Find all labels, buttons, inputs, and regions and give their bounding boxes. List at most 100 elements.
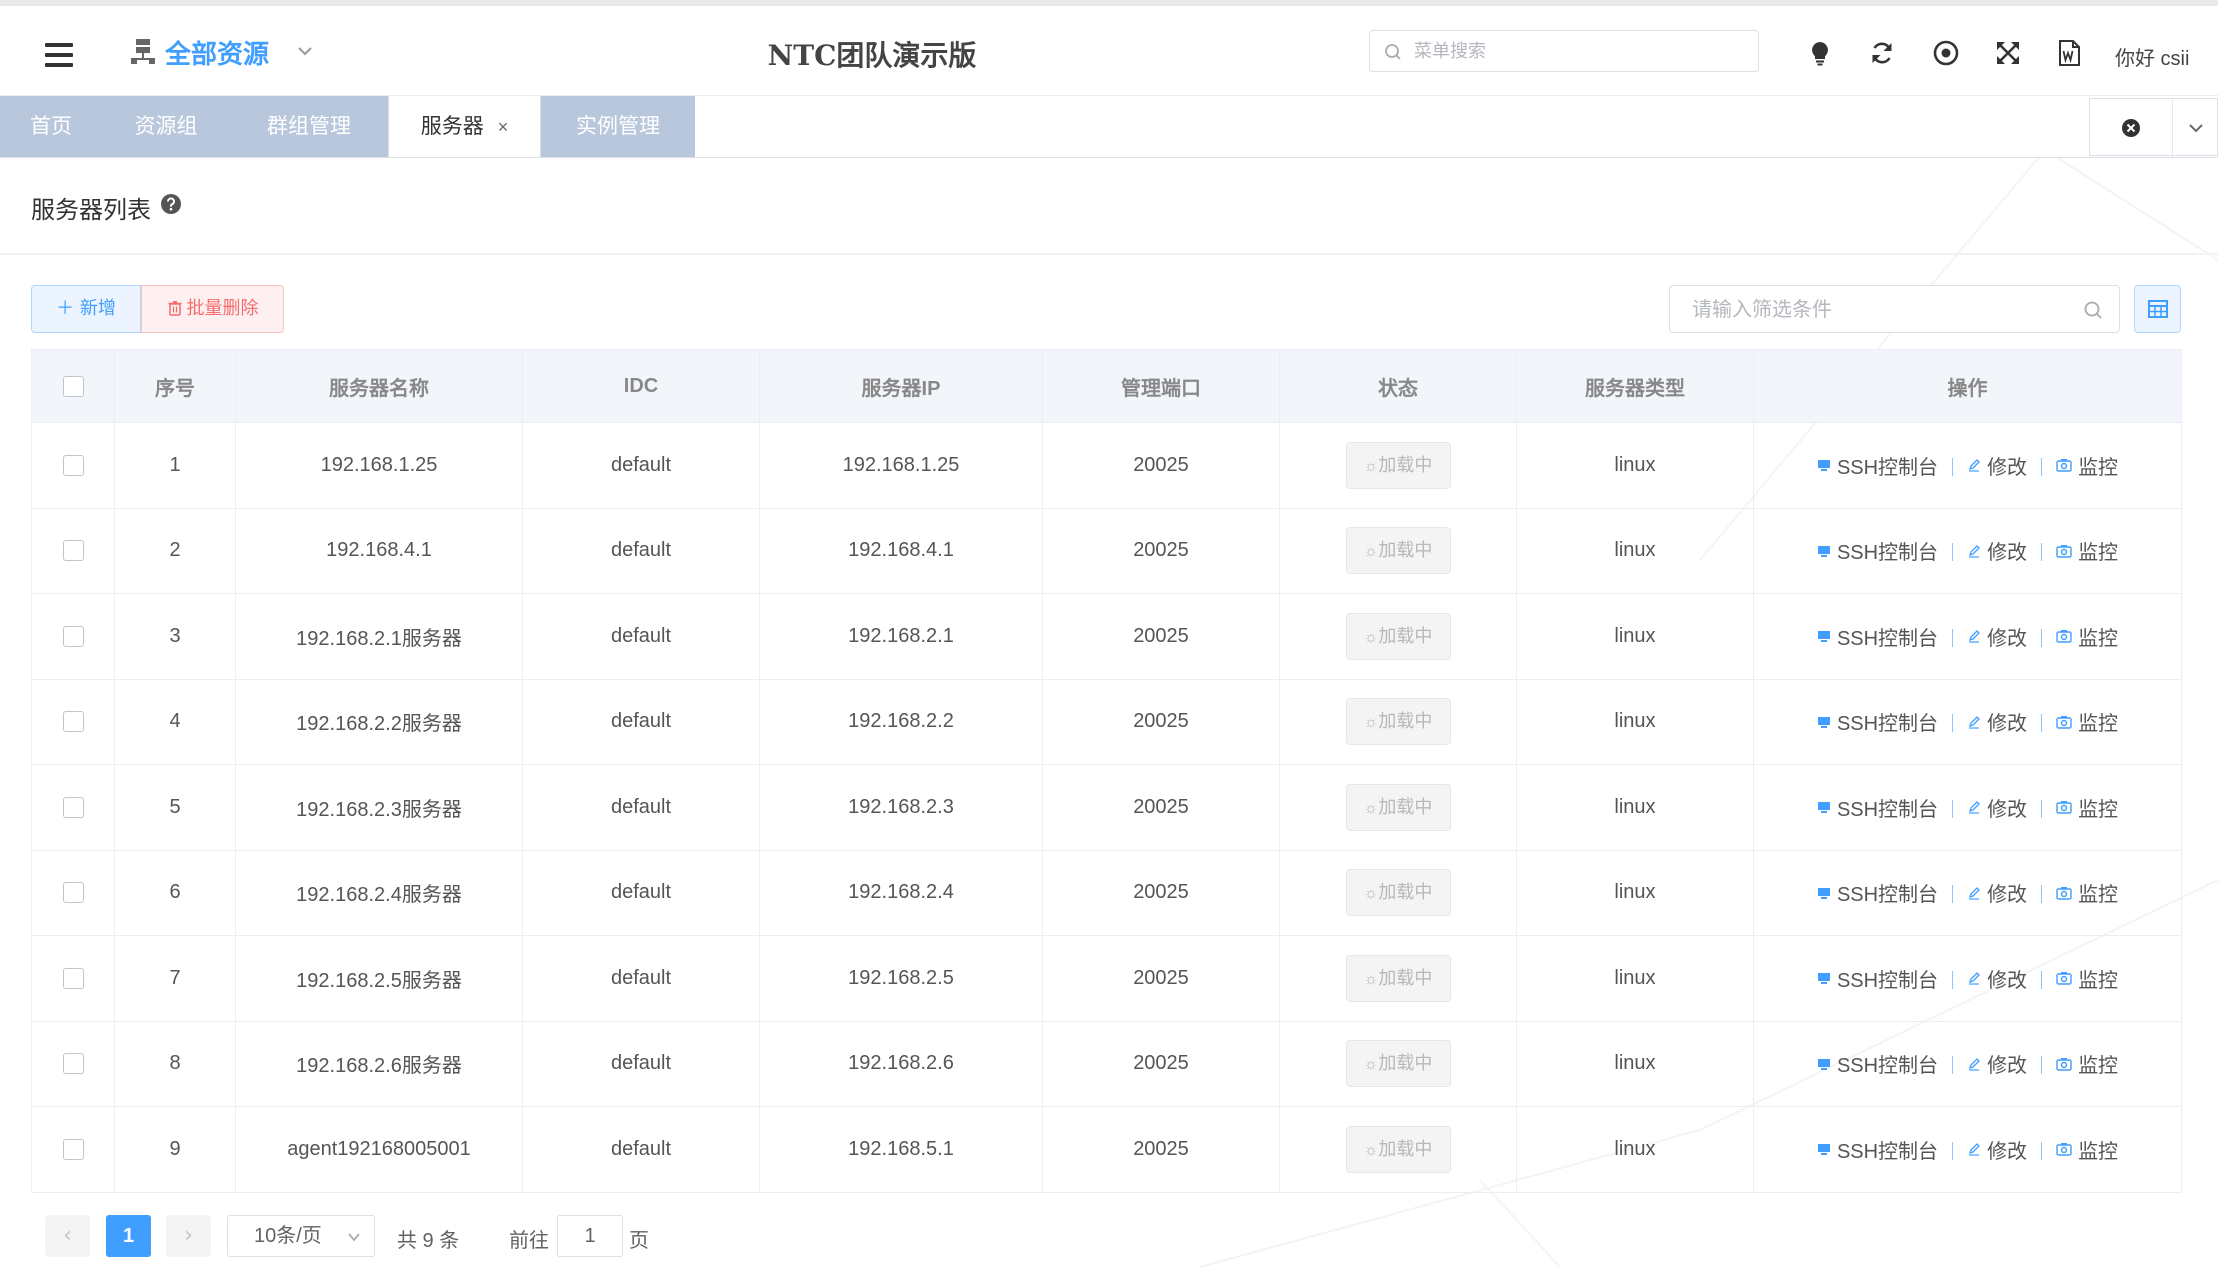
monitor-button[interactable]: 监控 (2056, 707, 2118, 736)
row-checkbox[interactable] (62, 454, 84, 476)
search-icon[interactable] (2083, 300, 2103, 320)
monitor-button[interactable]: 监控 (2056, 793, 2118, 822)
trash-icon (168, 301, 181, 316)
add-button[interactable]: ＋ 新增 (31, 285, 141, 333)
ssh-console-label: SSH控制台 (1836, 969, 1939, 992)
tab-instance-management[interactable]: 实例管理 (541, 96, 695, 157)
ssh-console-button[interactable]: SSH控制台 (1817, 451, 1938, 480)
monitor-label: 监控 (2078, 456, 2119, 479)
ssh-console-button[interactable]: SSH控制台 (1817, 793, 1938, 822)
menu-search[interactable] (1369, 30, 1759, 72)
row-checkbox[interactable] (62, 967, 84, 989)
edit-button[interactable]: 修改 (1967, 793, 2027, 822)
edit-button[interactable]: 修改 (1967, 1135, 2027, 1164)
goto-suffix: 页 (629, 1230, 649, 1252)
loading-icon: ☼ (1363, 970, 1379, 988)
ssh-console-button[interactable]: SSH控制台 (1817, 707, 1938, 736)
monitor-button[interactable]: 监控 (2056, 878, 2118, 907)
monitor-button[interactable]: 监控 (2056, 622, 2118, 651)
resource-selector-label[interactable]: 全部资源 (165, 34, 269, 71)
tab-group-management[interactable]: 群组管理 (230, 96, 388, 157)
refresh-icon[interactable] (1868, 39, 1896, 67)
lightbulb-icon[interactable] (1806, 39, 1834, 67)
edit-button[interactable]: 修改 (1967, 536, 2027, 565)
chevron-down-icon[interactable] (296, 42, 314, 60)
row-checkbox[interactable] (62, 711, 84, 733)
edit-button[interactable]: 修改 (1967, 451, 2027, 480)
page-number-current[interactable]: 1 (106, 1215, 151, 1257)
server-ip: 192.168.2.4 (759, 849, 1043, 936)
ssh-console-button[interactable]: SSH控制台 (1817, 1049, 1938, 1078)
help-icon[interactable] (160, 193, 182, 215)
server-network-icon (131, 39, 155, 64)
table-row: 8 192.168.2.6服务器 default 192.168.2.6 200… (31, 1020, 2182, 1107)
server-port: 20025 (1042, 935, 1280, 1022)
filter-box[interactable] (1669, 285, 2120, 333)
row-checkbox[interactable] (62, 625, 84, 647)
prev-page-button[interactable]: ‹ (45, 1215, 90, 1257)
camera-icon (2056, 972, 2072, 985)
table-columns-button[interactable] (2134, 285, 2181, 333)
ssh-console-label: SSH控制台 (1836, 627, 1939, 650)
ssh-console-button[interactable]: SSH控制台 (1817, 536, 1938, 565)
user-greeting[interactable]: 你好 csii (2115, 42, 2189, 71)
ssh-console-button[interactable]: SSH控制台 (1817, 878, 1938, 907)
monitor-button[interactable]: 监控 (2056, 1049, 2118, 1078)
server-type: linux (1516, 507, 1754, 594)
tab-servers[interactable]: 服务器 × (388, 96, 541, 157)
row-checkbox[interactable] (62, 540, 84, 562)
menu-icon[interactable] (45, 43, 73, 67)
next-page-button[interactable]: › (166, 1215, 211, 1257)
edit-button[interactable]: 修改 (1967, 1049, 2027, 1078)
column-header: 状态 (1279, 349, 1517, 423)
ssh-console-button[interactable]: SSH控制台 (1817, 1135, 1938, 1164)
target-icon[interactable] (1932, 39, 1960, 67)
tab-label: 实例管理 (576, 115, 660, 138)
monitor-button[interactable]: 监控 (2056, 536, 2118, 565)
edit-label: 修改 (1987, 1055, 2028, 1078)
monitor-button[interactable]: 监控 (2056, 1135, 2118, 1164)
menu-search-input[interactable] (1414, 37, 1744, 65)
edit-button[interactable]: 修改 (1967, 707, 2027, 736)
app-title: NTC团队演示版 (767, 39, 977, 72)
edit-button[interactable]: 修改 (1967, 878, 2027, 907)
tab-close-icon[interactable]: × (498, 117, 509, 137)
monitor-button[interactable]: 监控 (2056, 451, 2118, 480)
status-text: 加载中 (1378, 711, 1433, 732)
edit-button[interactable]: 修改 (1967, 622, 2027, 651)
ssh-console-button[interactable]: SSH控制台 (1817, 964, 1938, 993)
camera-icon (2056, 801, 2072, 814)
monitor-label: 监控 (2078, 1055, 2119, 1078)
row-index: 5 (114, 764, 236, 851)
monitor-button[interactable]: 监控 (2056, 964, 2118, 993)
status-text: 加载中 (1378, 1053, 1433, 1074)
total-count: 共 9 条 (397, 1230, 460, 1252)
camera-icon (2056, 459, 2072, 472)
goto-page-input[interactable] (557, 1215, 623, 1257)
tab-resource-group[interactable]: 资源组 (102, 96, 230, 157)
server-ip: 192.168.2.6 (759, 1020, 1043, 1107)
server-ip: 192.168.2.2 (759, 678, 1043, 765)
server-name: 192.168.2.6服务器 (235, 1020, 523, 1107)
select-all-cell (31, 349, 115, 423)
page-size-select[interactable]: 10条/页 (227, 1215, 375, 1257)
fullscreen-icon[interactable] (1994, 39, 2022, 67)
status-text: 加载中 (1378, 967, 1433, 988)
filter-input[interactable] (1692, 296, 2072, 324)
close-circle-icon[interactable] (2120, 117, 2142, 139)
tab-home[interactable]: 首页 (0, 96, 102, 157)
status-badge: ☼加载中 (1345, 1125, 1451, 1173)
status-badge: ☼加载中 (1345, 698, 1451, 746)
word-doc-icon[interactable] (2055, 39, 2083, 67)
row-checkbox[interactable] (62, 1053, 84, 1075)
edit-button[interactable]: 修改 (1967, 964, 2027, 993)
tab-label: 服务器 (420, 115, 484, 138)
chevron-down-icon[interactable] (2187, 119, 2205, 137)
row-checkbox[interactable] (62, 1138, 84, 1160)
server-table: 序号 服务器名称 IDC 服务器IP 管理端口 状态 服务器类型 操作 1 19… (31, 349, 2182, 1193)
ssh-console-button[interactable]: SSH控制台 (1817, 622, 1938, 651)
row-checkbox[interactable] (62, 796, 84, 818)
row-checkbox[interactable] (62, 882, 84, 904)
select-all-checkbox[interactable] (62, 375, 84, 397)
batch-delete-button[interactable]: 批量删除 (141, 285, 284, 333)
